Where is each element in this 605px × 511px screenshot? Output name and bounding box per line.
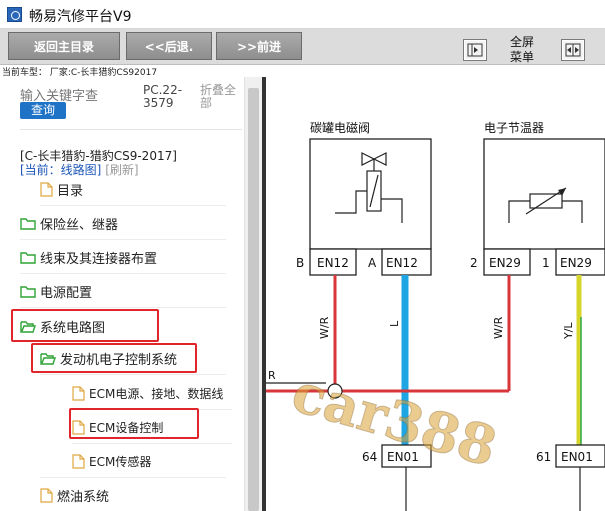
folder-icon xyxy=(20,285,36,298)
tree-item-catalog[interactable]: 目录 xyxy=(40,177,83,201)
connector-label: EN12 xyxy=(386,256,418,270)
collapse-menu-button[interactable] xyxy=(463,39,487,61)
connector-label: EN01 xyxy=(561,450,593,464)
pin-label: B xyxy=(296,256,304,270)
connector-label: EN12 xyxy=(317,256,349,270)
component-box xyxy=(309,138,432,250)
tree-item-power[interactable]: 电源配置 xyxy=(20,279,92,303)
document-icon xyxy=(72,385,85,401)
tree-item-system-circuits[interactable]: 系统电路图 xyxy=(20,314,105,338)
open-folder-icon xyxy=(40,352,56,365)
tree-item-label: 系统电路图 xyxy=(40,320,106,336)
divider xyxy=(72,443,232,444)
tree-item-label: ECM设备控制 xyxy=(89,420,164,435)
tree-item-label: 发动机电子控制系统 xyxy=(60,352,178,368)
wire-label: R xyxy=(268,369,276,382)
divider xyxy=(40,374,226,375)
tree-item-label: 燃油系统 xyxy=(57,489,110,505)
app-logo-icon xyxy=(7,7,22,22)
document-icon xyxy=(40,181,53,197)
open-folder-icon xyxy=(20,320,36,333)
divider xyxy=(40,205,226,206)
tree-item-harness[interactable]: 线束及其连接器布置 xyxy=(20,245,157,269)
query-button[interactable]: 查询 xyxy=(20,102,66,119)
expand-arrows-icon xyxy=(565,43,581,57)
refresh-link[interactable]: [刷新] xyxy=(105,163,138,177)
pin-label: 64 xyxy=(362,450,377,464)
folder-icon xyxy=(20,251,36,264)
scrollbar-thumb[interactable] xyxy=(248,88,259,511)
document-icon xyxy=(72,453,85,469)
divider xyxy=(40,477,226,478)
panel-toggle-icon xyxy=(467,43,483,57)
folder-icon xyxy=(20,217,36,230)
component-label-thermostat: 电子节温器 xyxy=(484,121,544,135)
thermostat-resistor-icon xyxy=(525,187,567,215)
divider xyxy=(20,129,242,130)
tree-item-ecm-device-control[interactable]: ECM设备控制 xyxy=(72,415,163,439)
tree-item-fuses[interactable]: 保险丝、继器 xyxy=(20,211,118,235)
divider xyxy=(20,307,226,308)
tree-item-label: 目录 xyxy=(57,183,84,199)
tree-item-label: 线束及其连接器布置 xyxy=(40,251,158,267)
tree-item-label: ECM传感器 xyxy=(89,454,152,469)
fullscreen-line2: 菜单 xyxy=(509,50,534,64)
current-view-line: [当前：线路图] [刷新] xyxy=(20,161,139,178)
wire-label: W/R xyxy=(318,316,331,339)
forward-button[interactable]: >>前进 xyxy=(216,32,302,60)
pin-label: A xyxy=(368,256,377,270)
pin-label: 1 xyxy=(542,256,550,270)
pin-label: 61 xyxy=(536,450,551,464)
tree-item-label: 电源配置 xyxy=(40,285,93,301)
connector-label: EN29 xyxy=(489,256,521,270)
wire-label: L xyxy=(388,320,401,327)
tree-item-fuel-system[interactable]: 燃油系统 xyxy=(40,483,109,507)
circuit-diagram: 碳罐电磁阀 电子节温器 EN12 EN12 B A EN29 EN29 2 1 … xyxy=(262,77,605,511)
connector-label: EN29 xyxy=(560,256,592,270)
title-bar: 畅易汽修平台V9 xyxy=(0,0,605,29)
wire-label: Y/L xyxy=(562,322,575,340)
home-button[interactable]: 返回主目录 xyxy=(8,32,120,60)
solenoid-valve-icon xyxy=(361,152,387,212)
fullscreen-line1: 全屏 xyxy=(509,35,534,49)
wiring-diagram-svg: 碳罐电磁阀 电子节温器 EN12 EN12 B A EN29 EN29 2 1 … xyxy=(266,120,605,511)
fullscreen-button[interactable] xyxy=(561,39,585,61)
window-title: 畅易汽修平台V9 xyxy=(29,9,132,25)
component-label-canister-valve: 碳罐电磁阀 xyxy=(310,120,370,135)
tree-item-engine-control[interactable]: 发动机电子控制系统 xyxy=(40,346,177,370)
toolbar: 返回主目录 <<后退. >>前进 全屏 菜单 xyxy=(0,29,605,65)
sidebar: 输入关键字查 查询 PC.22-3579 折叠全部 [C-长丰猎豹-猎豹CS9-… xyxy=(0,77,262,511)
code-text: PC.22-3579 xyxy=(143,83,183,110)
wire-label: W/R xyxy=(492,316,505,339)
tree-item-label: ECM电源、接地、数据线 xyxy=(89,386,224,401)
tree-item-ecm-power[interactable]: ECM电源、接地、数据线 xyxy=(72,381,223,405)
current-view-label: [当前：线路图] xyxy=(20,163,102,177)
document-icon xyxy=(40,487,53,503)
fullscreen-menu-label: 全屏 菜单 xyxy=(502,35,542,65)
fold-all-link[interactable]: 折叠全部 xyxy=(200,84,240,110)
pin-label: 2 xyxy=(470,256,478,270)
divider xyxy=(20,273,226,274)
document-icon xyxy=(72,419,85,435)
tree-item-ecm-sensors[interactable]: ECM传感器 xyxy=(72,449,151,473)
divider xyxy=(20,239,226,240)
tree-item-label: 保险丝、继器 xyxy=(40,217,119,233)
back-button[interactable]: <<后退. xyxy=(126,32,212,60)
